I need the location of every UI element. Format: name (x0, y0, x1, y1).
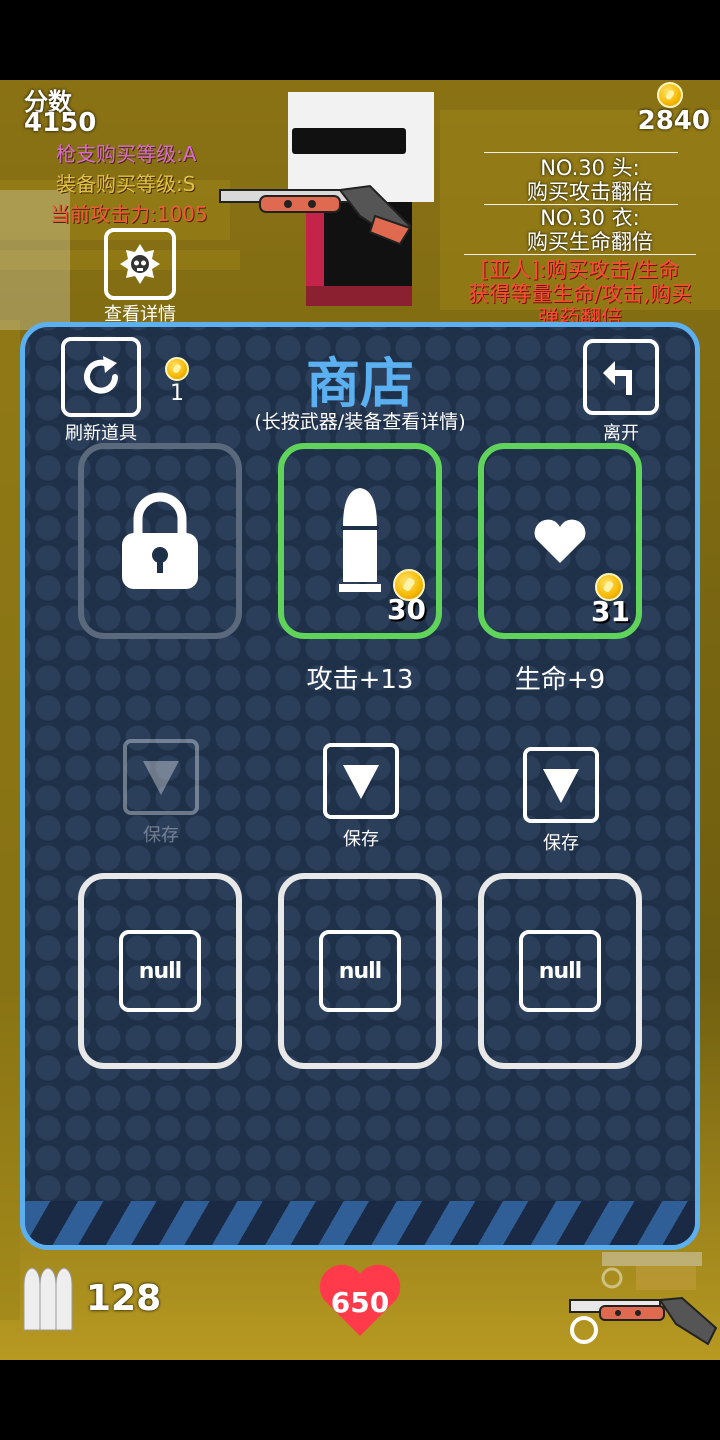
ammo-icon (23, 1267, 73, 1331)
body-bonus-desc: 购买生命翻倍 (527, 230, 653, 254)
score-value: 4150 (24, 108, 97, 138)
leave-button[interactable] (583, 339, 659, 415)
health-price: 31 (591, 595, 630, 628)
leave-label: 离开 (603, 423, 639, 444)
storage-slot-3[interactable]: null (478, 873, 642, 1069)
gun-level-text: 枪支购买等级:A (56, 142, 197, 166)
null-box: null (319, 930, 401, 1012)
head-bonus-desc: 购买攻击翻倍 (527, 180, 653, 204)
attack-item-label: 攻击+13 (306, 665, 414, 695)
enemy-shotgun (219, 184, 412, 246)
body-bonus-title: NO.30 衣: (540, 206, 640, 230)
race-bonus-line2: 获得等量生命/攻击,购买 (468, 282, 692, 306)
head-bonus-title: NO.30 头: (540, 156, 640, 180)
divider (464, 254, 696, 255)
save-button-3[interactable] (523, 747, 599, 823)
attack-power-text: 当前攻击力:1005 (50, 202, 208, 226)
down-arrow-icon (543, 769, 579, 803)
save-label-2: 保存 (343, 829, 379, 850)
health-value: 650 (330, 1286, 390, 1319)
save-button-2[interactable] (323, 743, 399, 819)
storage-slot-2[interactable]: null (278, 873, 442, 1069)
null-box: null (519, 930, 601, 1012)
race-bonus-line1: [亚人]:购买攻击/生命 (480, 258, 680, 282)
down-arrow-icon (143, 761, 179, 795)
shop-slot-locked[interactable] (78, 443, 242, 639)
divider (484, 204, 678, 205)
divider (484, 152, 678, 153)
save-label-3: 保存 (543, 833, 579, 854)
coin-count: 2840 (637, 106, 710, 136)
return-arrow-icon (603, 361, 632, 395)
attack-price: 30 (387, 593, 426, 626)
coin-icon (657, 82, 683, 108)
enemy-base (306, 286, 412, 306)
view-details-button[interactable] (104, 228, 176, 300)
bullet-icon (339, 488, 381, 592)
heart-icon (534, 519, 586, 563)
panel-stripes (25, 1201, 695, 1245)
equip-level-text: 装备购买等级:S (56, 172, 196, 196)
weapon-switch-icon[interactable] (566, 1248, 720, 1352)
storage-slot-1[interactable]: null (78, 873, 242, 1069)
save-label-1: 保存 (143, 825, 179, 846)
ammo-count: 128 (86, 1278, 162, 1319)
sunglasses (292, 128, 406, 154)
game-scene: 分数 4150 枪支购买等级:A 装备购买等级:S 当前攻击力:1005 查看详… (0, 80, 720, 1360)
save-button-1[interactable] (123, 739, 199, 815)
health-item-label: 生命+9 (514, 665, 606, 695)
skull-badge-icon (120, 244, 160, 284)
null-box: null (119, 930, 201, 1012)
bg-block (0, 320, 20, 1320)
shop-panel: 1 刷新道具 商店 (长按武器/装备查看详情) 离开 30 31 攻击+13 生… (20, 322, 700, 1250)
lock-icon (122, 492, 198, 589)
down-arrow-icon (343, 765, 379, 799)
